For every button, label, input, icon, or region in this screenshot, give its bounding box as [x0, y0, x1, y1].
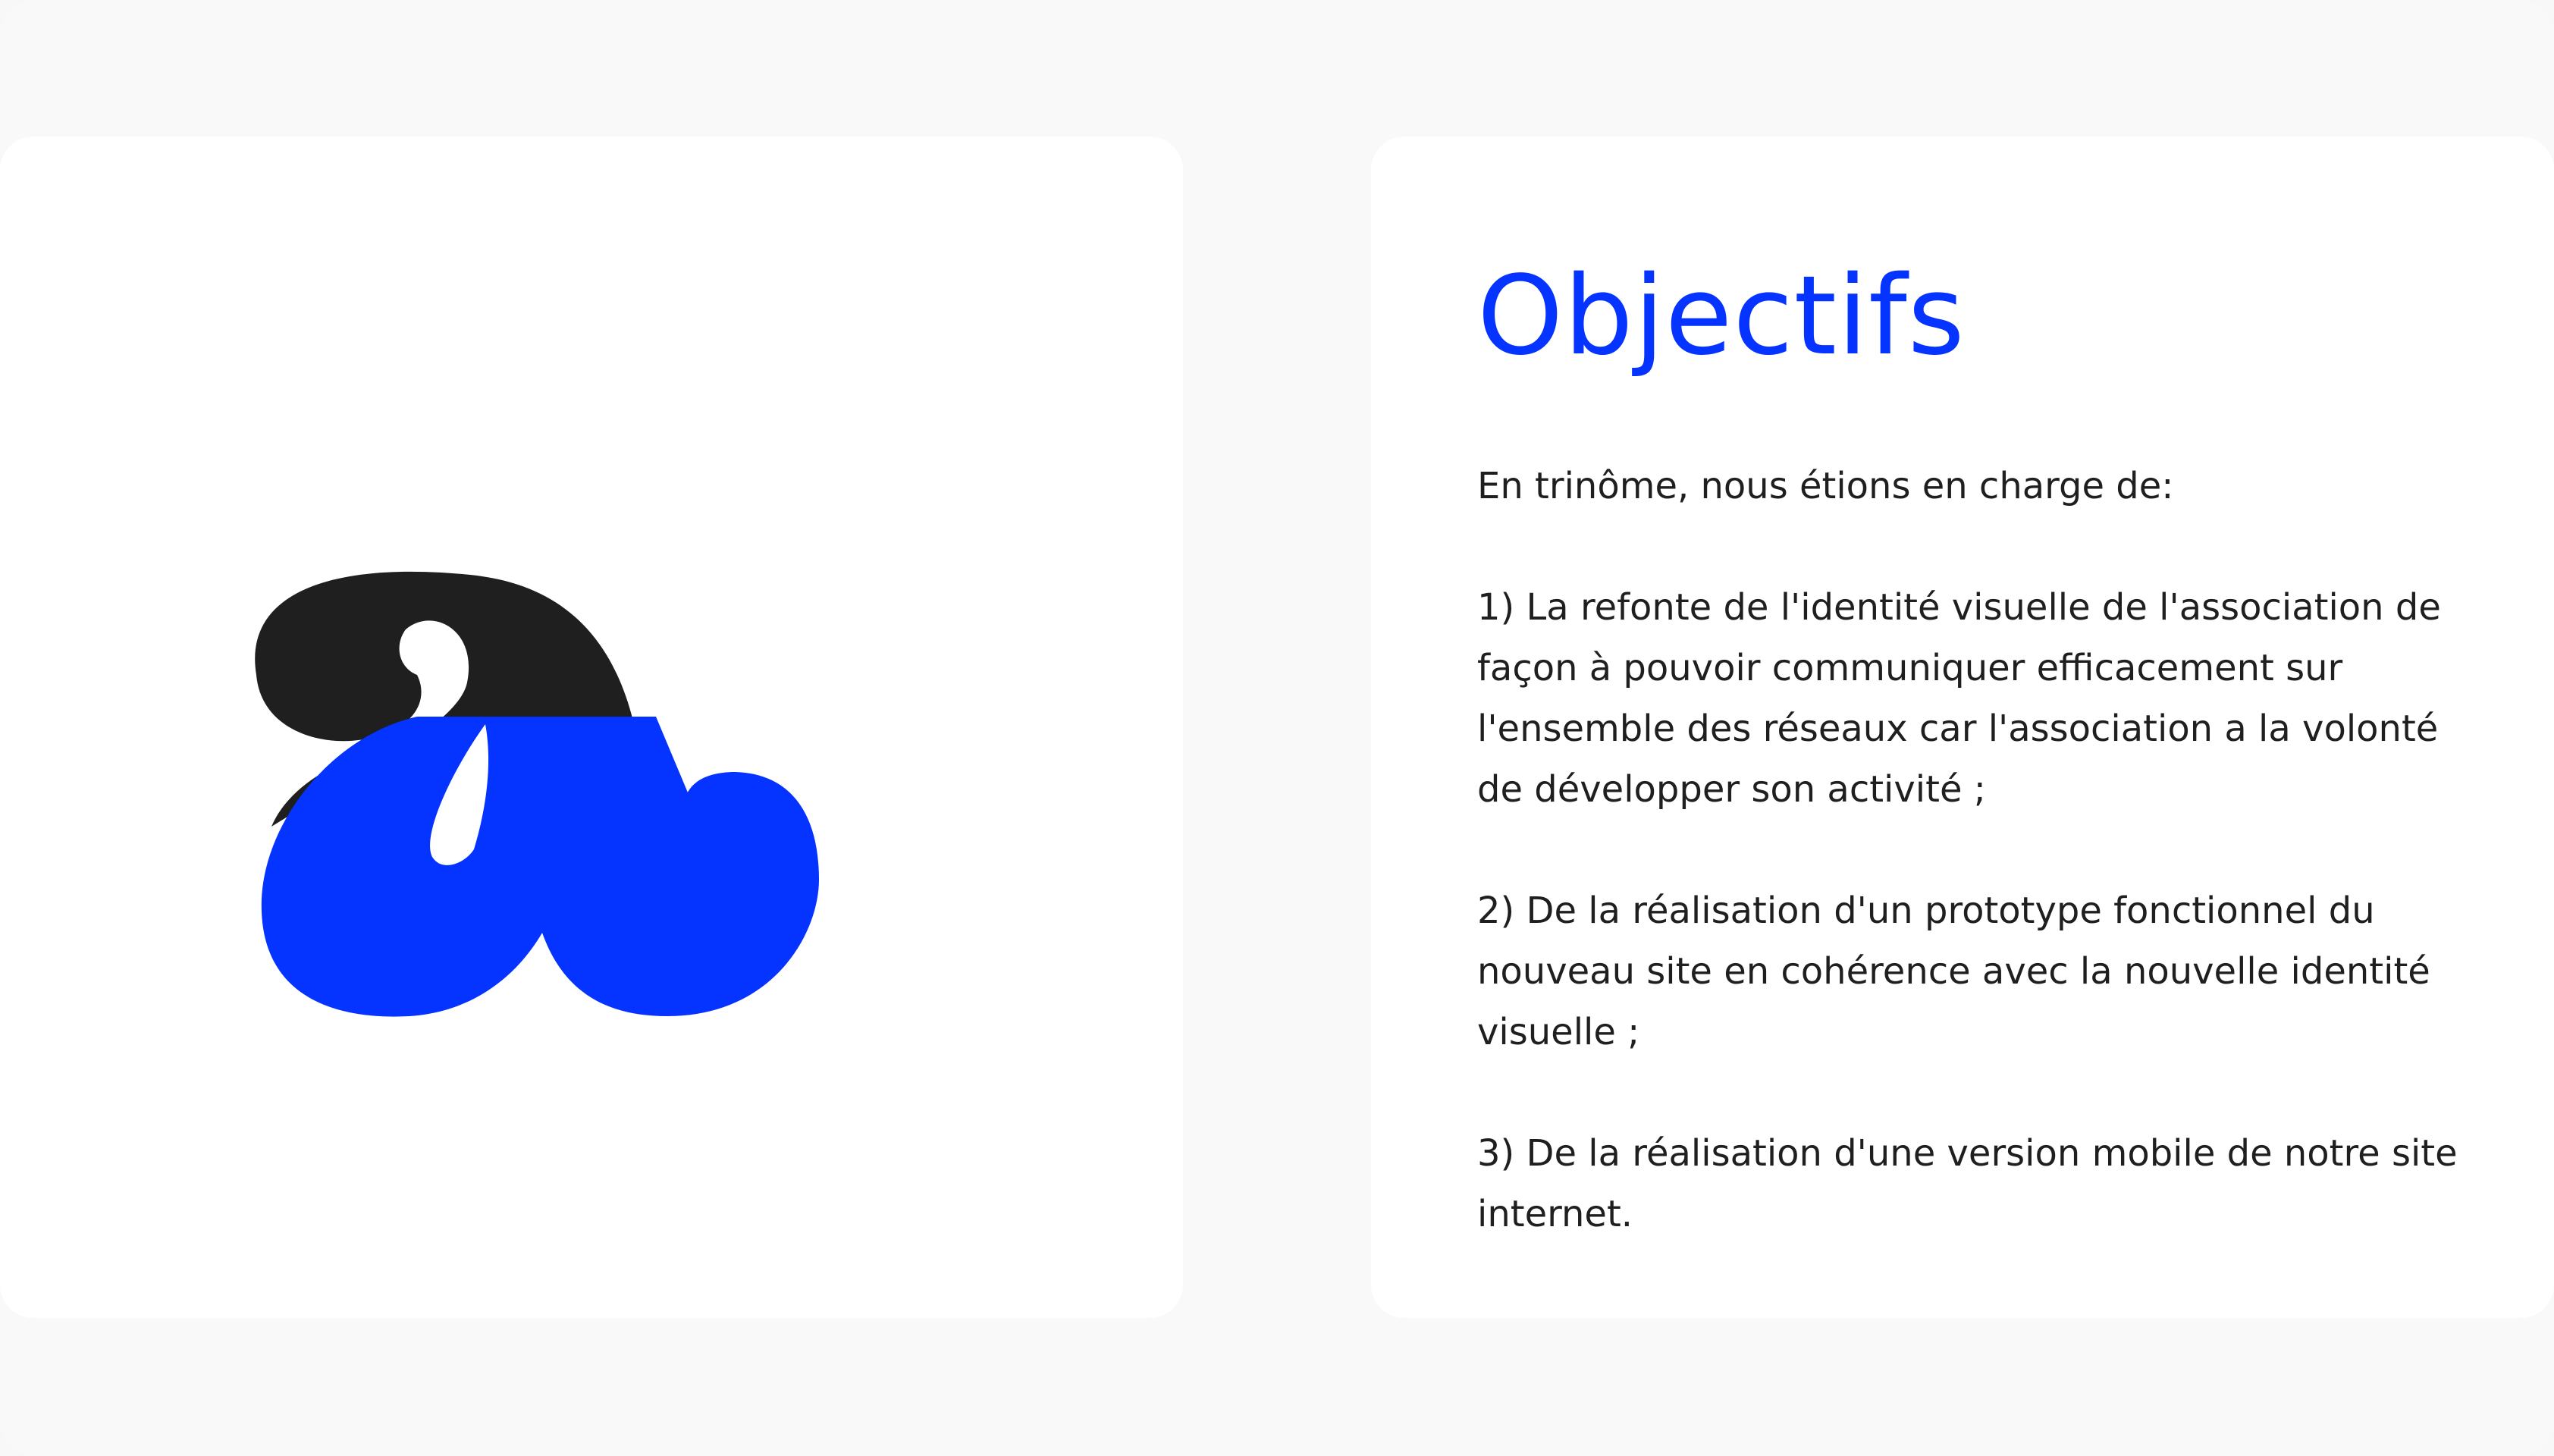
objective-item-1: 1) La refonte de l'identité visuelle de …: [1477, 585, 2441, 811]
objectives-intro: En trinôme, nous étions en charge de:: [1477, 464, 2174, 507]
aa-monogram-logo-icon: [243, 561, 940, 1160]
objectives-content: Objectifs En trinôme, nous étions en cha…: [1477, 250, 2493, 1244]
objectives-card: Objectifs En trinôme, nous étions en cha…: [1371, 136, 2554, 1318]
logo-card: [0, 136, 1183, 1318]
objective-item-3: 3) De la réalisation d'une version mobil…: [1477, 1131, 2458, 1235]
page-background: Objectifs En trinôme, nous étions en cha…: [0, 0, 2554, 1456]
objective-item-2: 2) De la réalisation d'un prototype fonc…: [1477, 889, 2430, 1053]
bottom-letter-shape: [261, 717, 819, 1017]
objectives-title: Objectifs: [1477, 252, 1966, 379]
